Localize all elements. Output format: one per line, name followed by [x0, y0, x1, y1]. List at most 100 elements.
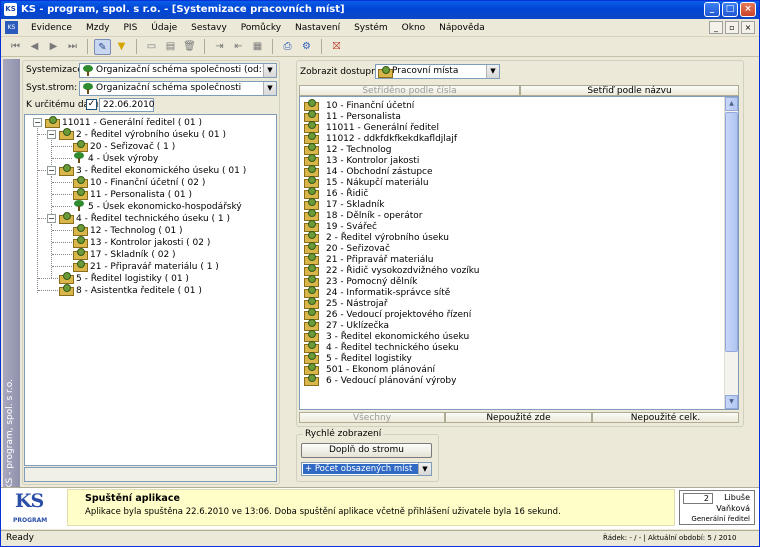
- fill-tree-button[interactable]: Doplň do stromu: [301, 443, 432, 458]
- list-item[interactable]: 4 - Ředitel technického úseku: [300, 341, 459, 353]
- edit-record-icon[interactable]: ▤: [162, 39, 179, 55]
- maximize-button[interactable]: □: [722, 2, 738, 17]
- chevron-down-icon[interactable]: ▼: [263, 64, 276, 77]
- position-icon: [304, 352, 319, 364]
- position-icon: [304, 231, 319, 243]
- exit-icon[interactable]: ⛝: [328, 39, 345, 55]
- list-item[interactable]: 2 - Ředitel výrobního úseku: [300, 231, 449, 243]
- tree-node[interactable]: 13 - Kontrolor jakosti ( 02 ): [73, 236, 210, 248]
- tree-node[interactable]: 8 - Asistentka ředitele ( 01 ): [59, 284, 202, 296]
- list-item[interactable]: 21 - Připravář materiálu: [300, 253, 434, 265]
- document-icon[interactable]: ▦: [249, 39, 266, 55]
- print-icon[interactable]: ⎙: [279, 39, 296, 55]
- systemizace-select[interactable]: Organizační schéma společnosti (od:1.1.2…: [79, 63, 277, 78]
- list-item[interactable]: 26 - Vedoucí projektového řízení: [300, 308, 471, 320]
- menu-pis[interactable]: PIS: [116, 23, 144, 33]
- menu-nastaveni[interactable]: Nastavení: [288, 23, 347, 33]
- mdi-restore-icon[interactable]: ▫: [725, 21, 739, 34]
- list-item[interactable]: 11011 - Generální ředitel: [300, 121, 439, 133]
- tree-node[interactable]: 10 - Finanční účetní ( 02 ): [73, 176, 205, 188]
- menu-okno[interactable]: Okno: [395, 23, 433, 33]
- quick-view-select[interactable]: + Počet obsazených míst ▼: [301, 462, 432, 476]
- delete-record-icon[interactable]: 🗑: [181, 39, 198, 55]
- tree-node[interactable]: 2 - Ředitel výrobního úseku ( 01 ): [59, 128, 226, 140]
- list-item[interactable]: 501 - Ekonom plánování: [300, 363, 435, 375]
- export-icon[interactable]: ⇤: [230, 39, 247, 55]
- list-item[interactable]: 15 - Nákupčí materiálu: [300, 176, 429, 188]
- new-record-icon[interactable]: ▭: [143, 39, 160, 55]
- menu-sestavy[interactable]: Sestavy: [184, 23, 234, 33]
- list-item[interactable]: 5 - Ředitel logistiky: [300, 352, 412, 364]
- list-item[interactable]: 27 - Uklízečka: [300, 319, 389, 331]
- menu-napoveda[interactable]: Nápověda: [432, 23, 492, 33]
- list-item[interactable]: 12 - Technolog: [300, 143, 392, 155]
- filter-all-button[interactable]: Všechny: [299, 412, 445, 423]
- tree-node[interactable]: 21 - Připravář materiálu ( 1 ): [73, 260, 219, 272]
- list-item[interactable]: 6 - Vedoucí plánování výroby: [300, 374, 456, 386]
- zobrazit-select[interactable]: Pracovní místa ▼: [375, 64, 500, 79]
- tree-collapse-toggle[interactable]: −: [47, 130, 56, 139]
- list-item[interactable]: 23 - Pomocný dělník: [300, 275, 417, 287]
- list-item[interactable]: 22 - Řidič vysokozdvižného vozíku: [300, 264, 479, 276]
- tree-collapse-toggle[interactable]: −: [47, 166, 56, 175]
- list-item[interactable]: 17 - Skladník: [300, 198, 385, 210]
- list-item[interactable]: 11012 - ddkfdkfkekdkafldjlajf: [300, 132, 457, 144]
- filter-unused-here-button[interactable]: Nepoužité zde: [445, 412, 592, 423]
- menu-evidence[interactable]: Evidence: [24, 23, 79, 33]
- scroll-thumb[interactable]: [725, 112, 738, 352]
- date-input[interactable]: 22.06.2010: [99, 98, 155, 112]
- list-item[interactable]: 25 - Nástrojař: [300, 297, 388, 309]
- edit-icon[interactable]: ✎: [94, 38, 111, 55]
- list-item[interactable]: 24 - Informatik-správce sítě: [300, 286, 450, 298]
- tree-node[interactable]: 11011 - Generální ředitel ( 01 ): [45, 116, 202, 128]
- settings-icon[interactable]: ⚙: [298, 39, 315, 55]
- list-item[interactable]: 11 - Personalista: [300, 110, 401, 122]
- mdi-close-icon[interactable]: ×: [741, 21, 755, 34]
- list-item[interactable]: 13 - Kontrolor jakosti: [300, 154, 419, 166]
- sort-by-number-button[interactable]: Setříděno podle čísla: [299, 85, 520, 96]
- syst-strom-select[interactable]: Organizační schéma společnosti ▼: [79, 81, 277, 96]
- menu-pomucky[interactable]: Pomůcky: [234, 23, 288, 33]
- chevron-down-icon[interactable]: ▼: [263, 82, 276, 95]
- tree-node[interactable]: 5 - Ředitel logistiky ( 01 ): [59, 272, 189, 284]
- minimize-button[interactable]: _: [704, 2, 720, 17]
- list-item[interactable]: 3 - Ředitel ekonomického úseku: [300, 330, 469, 342]
- mdi-minimize-icon[interactable]: _: [709, 21, 723, 34]
- last-record-icon[interactable]: ⏭: [64, 39, 81, 55]
- tree-node[interactable]: 5 - Úsek ekonomicko-hospodářský: [73, 200, 242, 212]
- list-item[interactable]: 18 - Dělník - operátor: [300, 209, 422, 221]
- close-button[interactable]: ×: [740, 2, 756, 17]
- menu-udaje[interactable]: Údaje: [144, 23, 184, 33]
- filter-unused-total-button[interactable]: Nepoužité celk.: [592, 412, 739, 423]
- tree-node[interactable]: 11 - Personalista ( 01 ): [73, 188, 192, 200]
- menu-mzdy[interactable]: Mzdy: [79, 23, 117, 33]
- scroll-down-icon[interactable]: ▼: [725, 395, 738, 409]
- tree-node[interactable]: 4 - Úsek výroby: [73, 152, 158, 164]
- list-vertical-scrollbar[interactable]: ▲ ▼: [724, 97, 738, 409]
- tree-node[interactable]: 17 - Skladník ( 02 ): [73, 248, 176, 260]
- filter-icon[interactable]: ▼: [113, 39, 130, 55]
- list-item[interactable]: 10 - Finanční účetní: [300, 99, 414, 111]
- first-record-icon[interactable]: ⏮: [7, 39, 24, 55]
- tree-collapse-toggle[interactable]: −: [47, 214, 56, 223]
- list-item[interactable]: 20 - Seřizovač: [300, 242, 390, 254]
- chevron-down-icon[interactable]: ▼: [418, 463, 431, 475]
- tree-node[interactable]: 20 - Seřizovač ( 1 ): [73, 140, 175, 152]
- scroll-up-icon[interactable]: ▲: [725, 97, 738, 111]
- menu-system[interactable]: Systém: [347, 23, 395, 33]
- date-checkbox[interactable]: ✓: [86, 99, 97, 110]
- list-item[interactable]: 19 - Svářeč: [300, 220, 377, 232]
- list-item[interactable]: 14 - Obchodní zástupce: [300, 165, 433, 177]
- tree-node[interactable]: 3 - Ředitel ekonomického úseku ( 01 ): [59, 164, 246, 176]
- mdi-app-icon[interactable]: KS: [5, 21, 18, 34]
- sort-by-name-button[interactable]: Setřiď podle názvu: [520, 85, 739, 96]
- chevron-down-icon[interactable]: ▼: [486, 65, 499, 78]
- next-record-icon[interactable]: ▶: [45, 39, 62, 55]
- tree-collapse-toggle[interactable]: −: [33, 118, 42, 127]
- tree-node[interactable]: 4 - Ředitel technického úseku ( 1 ): [59, 212, 230, 224]
- previous-record-icon[interactable]: ◀: [26, 39, 43, 55]
- list-item[interactable]: 16 - Řidič: [300, 187, 368, 199]
- tree-horizontal-scrollbar[interactable]: [24, 467, 277, 482]
- import-icon[interactable]: ⇥: [211, 39, 228, 55]
- tree-node[interactable]: 12 - Technolog ( 01 ): [73, 224, 183, 236]
